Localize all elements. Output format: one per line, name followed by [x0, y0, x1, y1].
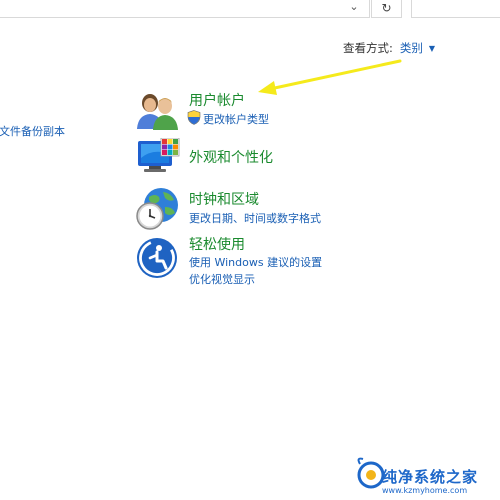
- view-by-dropdown[interactable]: 类别: [400, 40, 423, 56]
- refresh-button[interactable]: ↻: [371, 0, 402, 18]
- dropdown-arrow-icon[interactable]: ▼: [429, 44, 435, 53]
- link-use-windows-recommended-settings[interactable]: 使用 Windows 建议的设置: [189, 254, 322, 270]
- uac-shield-icon: [187, 110, 201, 125]
- watermark-title: 纯净系统之家: [382, 468, 479, 486]
- category-title-clock-region[interactable]: 时钟和区域: [189, 189, 259, 209]
- link-optimize-visual-display[interactable]: 优化视觉显示: [189, 271, 255, 287]
- link-change-date-time-format[interactable]: 更改日期、时间或数字格式: [189, 210, 321, 226]
- search-input[interactable]: [411, 0, 500, 18]
- ease-of-access-icon[interactable]: [136, 237, 178, 279]
- address-bar[interactable]: [0, 0, 370, 18]
- link-change-account-type[interactable]: 更改帐户类型: [203, 111, 269, 127]
- clock-region-icon[interactable]: [135, 187, 181, 231]
- annotation-arrow: [258, 59, 402, 95]
- watermark-url: www.kzmyhome.com: [382, 486, 468, 495]
- refresh-icon: ↻: [381, 0, 392, 15]
- users-icon[interactable]: [136, 91, 180, 131]
- appearance-icon[interactable]: [137, 138, 181, 178]
- view-by-label: 查看方式:: [343, 41, 393, 55]
- address-history-chevron-icon[interactable]: ⌄: [343, 0, 365, 15]
- address-bar-region: ⌄ ↻: [0, 0, 500, 18]
- category-title-ease-of-access[interactable]: 轻松使用: [189, 234, 245, 254]
- view-by-control: 查看方式: 类别 ▼: [343, 40, 435, 56]
- sidebar-link-file-backup[interactable]: 文件备份副本: [0, 123, 65, 139]
- category-title-appearance[interactable]: 外观和个性化: [189, 147, 273, 167]
- category-title-user-accounts[interactable]: 用户帐户: [189, 90, 245, 110]
